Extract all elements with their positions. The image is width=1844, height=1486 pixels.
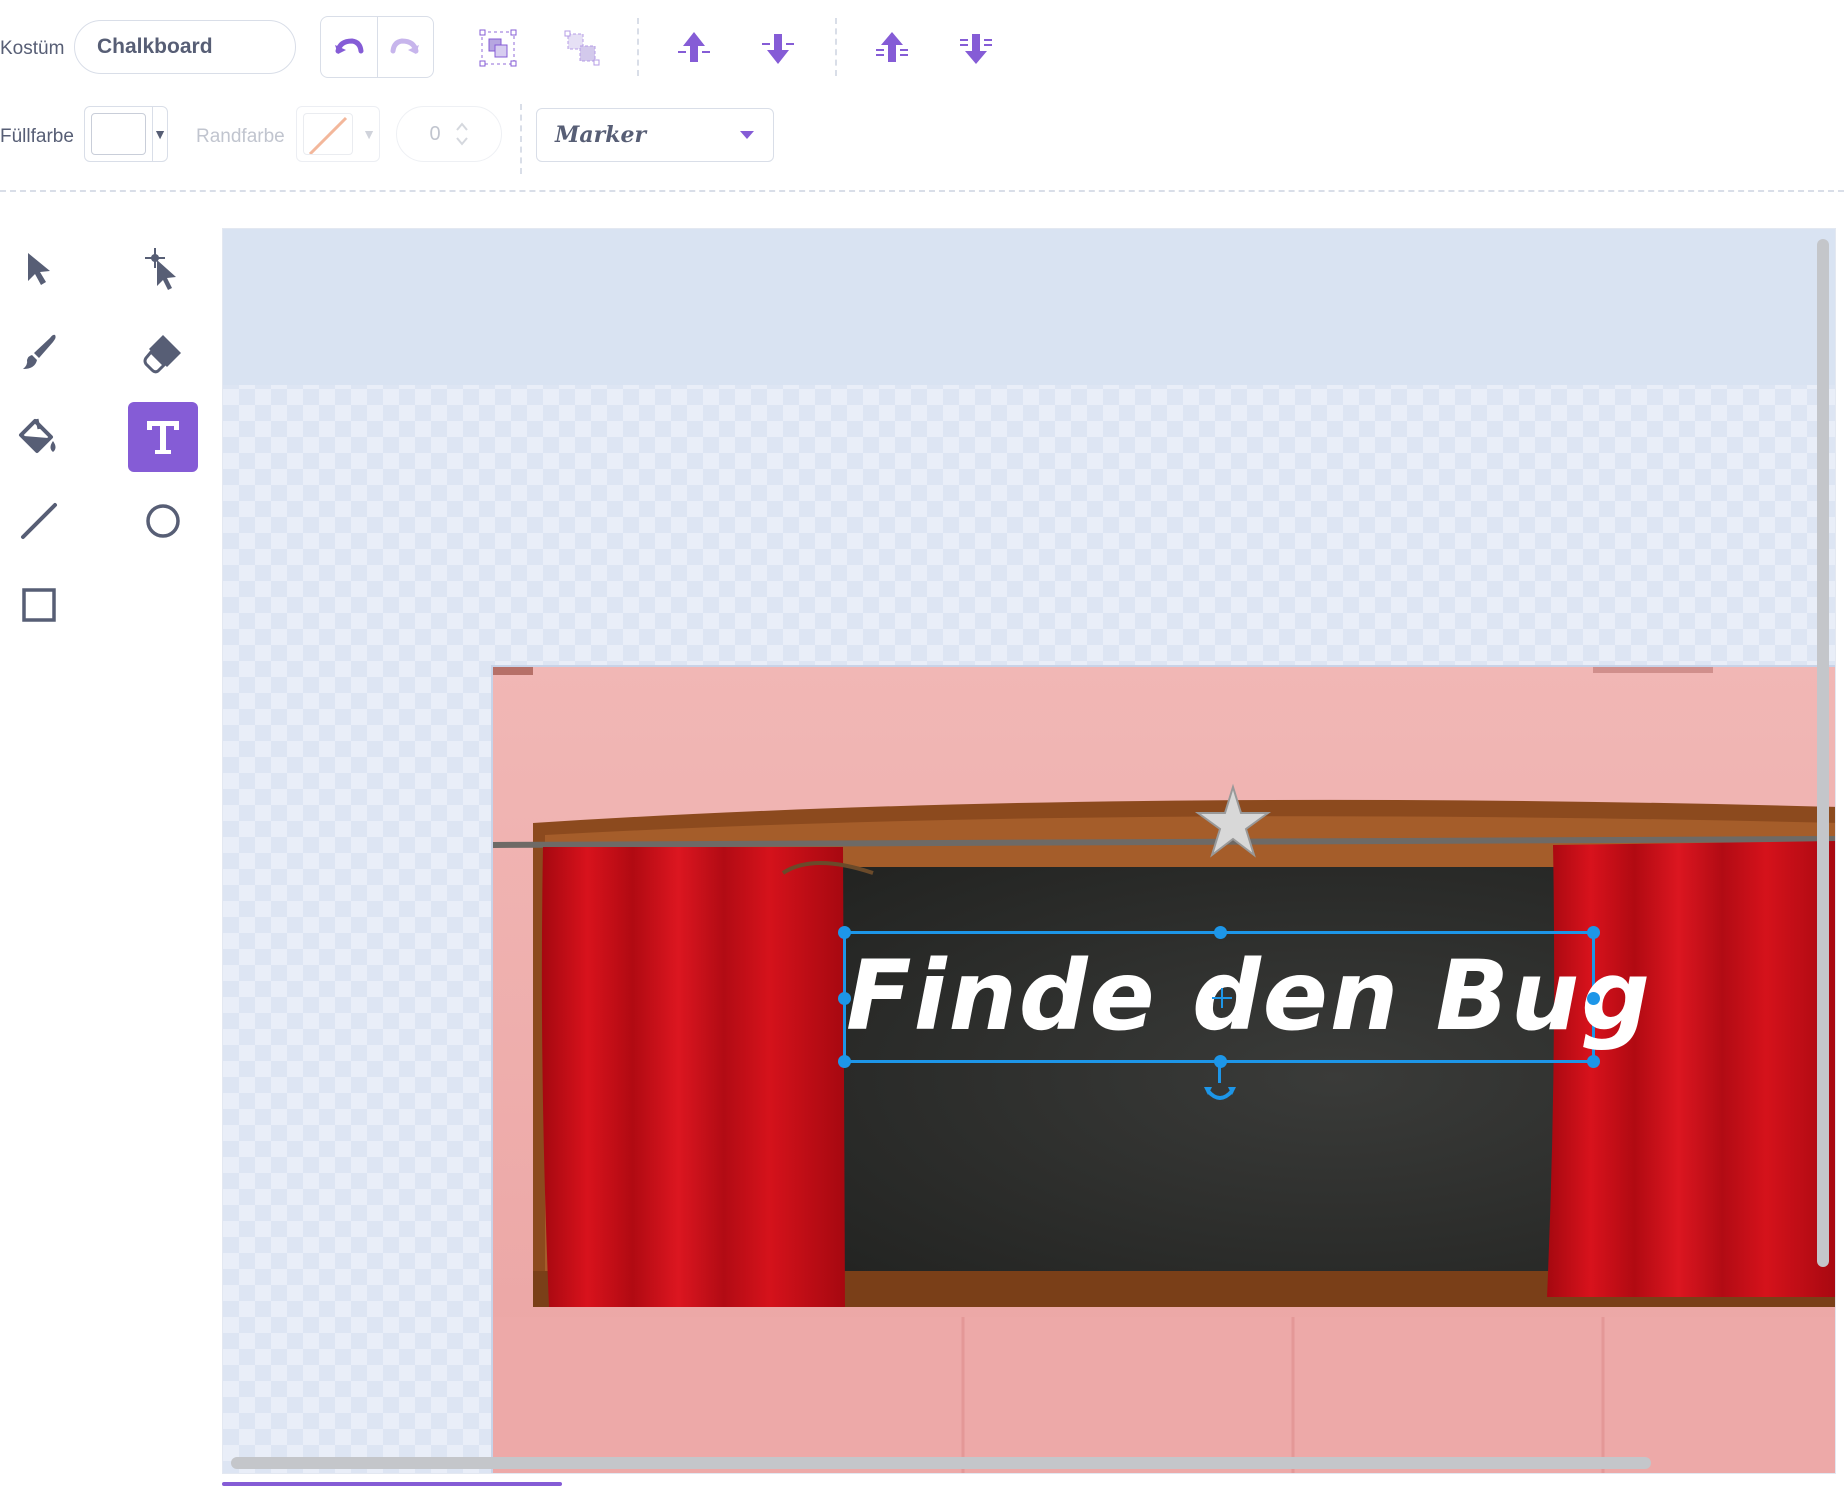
font-name: Marker bbox=[555, 122, 647, 148]
outline-width-value: 0 bbox=[429, 122, 441, 145]
toolbar-separator bbox=[637, 18, 639, 76]
front-button[interactable] bbox=[864, 20, 920, 76]
tool-text[interactable] bbox=[128, 402, 198, 472]
text-element[interactable]: Finde den Bug bbox=[838, 926, 1650, 1068]
group-button[interactable] bbox=[470, 20, 526, 76]
redo-icon bbox=[390, 38, 420, 54]
tool-line[interactable] bbox=[4, 486, 74, 556]
undo-redo-group bbox=[320, 16, 434, 78]
tool-circle[interactable] bbox=[128, 486, 198, 556]
rotation-handle-stem bbox=[1218, 1063, 1221, 1083]
outline-color-label: Randfarbe bbox=[196, 126, 285, 147]
tool-fill[interactable] bbox=[4, 402, 74, 472]
outline-color-picker[interactable]: ▼ bbox=[296, 106, 380, 162]
brush-icon bbox=[23, 334, 56, 369]
tool-rectangle[interactable] bbox=[4, 570, 74, 640]
caret-down-icon bbox=[740, 131, 754, 139]
toolbar-separator bbox=[520, 104, 522, 174]
redo-button[interactable] bbox=[376, 17, 434, 77]
rotate-icon[interactable] bbox=[1203, 1081, 1237, 1105]
front-icon bbox=[876, 32, 908, 62]
rectangle-icon bbox=[22, 588, 56, 622]
tool-eraser[interactable] bbox=[128, 318, 198, 388]
backward-icon bbox=[762, 34, 794, 64]
resize-handle[interactable] bbox=[1587, 992, 1600, 1005]
resize-handle[interactable] bbox=[1587, 926, 1600, 939]
caret-down-icon: ▼ bbox=[152, 107, 167, 161]
canvas-top-band bbox=[223, 229, 1835, 385]
circle-icon bbox=[146, 504, 180, 538]
forward-icon bbox=[678, 32, 710, 62]
costume-label: Kostüm bbox=[0, 38, 65, 59]
resize-handle[interactable] bbox=[838, 1055, 851, 1068]
fill-color-label: Füllfarbe bbox=[0, 126, 74, 147]
eraser-icon bbox=[143, 335, 181, 374]
ungroup-icon bbox=[564, 30, 600, 66]
fill-color-swatch bbox=[91, 113, 147, 155]
no-color-swatch-icon bbox=[303, 113, 353, 155]
chalkboard-backdrop-image bbox=[491, 665, 1835, 1473]
resize-handle[interactable] bbox=[838, 926, 851, 939]
ungroup-button[interactable] bbox=[554, 20, 610, 76]
backward-button[interactable] bbox=[750, 20, 806, 76]
back-icon bbox=[960, 34, 992, 64]
group-icon bbox=[479, 29, 517, 67]
stepper-arrows-icon bbox=[455, 122, 468, 146]
resize-handle[interactable] bbox=[1214, 926, 1227, 939]
toolbar-separator bbox=[835, 18, 837, 76]
select-arrow-icon bbox=[28, 253, 50, 285]
costume-name-input[interactable] bbox=[74, 20, 296, 74]
caret-down-icon: ▼ bbox=[362, 126, 376, 142]
tool-reshape[interactable] bbox=[128, 234, 198, 304]
fill-color-picker[interactable]: ▼ bbox=[84, 106, 168, 162]
tool-select[interactable] bbox=[4, 234, 74, 304]
font-select[interactable]: Marker bbox=[536, 108, 774, 162]
tool-brush[interactable] bbox=[4, 318, 74, 388]
paint-canvas[interactable]: Finde den Bug bbox=[222, 228, 1836, 1474]
toolbar-divider bbox=[0, 190, 1844, 192]
text-t-icon bbox=[147, 421, 179, 454]
center-crosshair-icon bbox=[1212, 988, 1232, 1008]
undo-button[interactable] bbox=[321, 17, 377, 77]
horizontal-scrollbar[interactable] bbox=[231, 1457, 1651, 1469]
line-icon bbox=[21, 503, 57, 539]
bottom-tab-indicator bbox=[222, 1482, 562, 1486]
forward-button[interactable] bbox=[666, 20, 722, 76]
resize-handle[interactable] bbox=[1587, 1055, 1600, 1068]
resize-handle[interactable] bbox=[838, 992, 851, 1005]
paint-bucket-icon bbox=[19, 418, 56, 453]
vertical-scrollbar[interactable] bbox=[1817, 239, 1829, 1267]
undo-icon bbox=[334, 38, 364, 54]
outline-width-stepper[interactable]: 0 bbox=[396, 106, 502, 162]
back-button[interactable] bbox=[948, 20, 1004, 76]
reshape-icon bbox=[145, 248, 176, 290]
